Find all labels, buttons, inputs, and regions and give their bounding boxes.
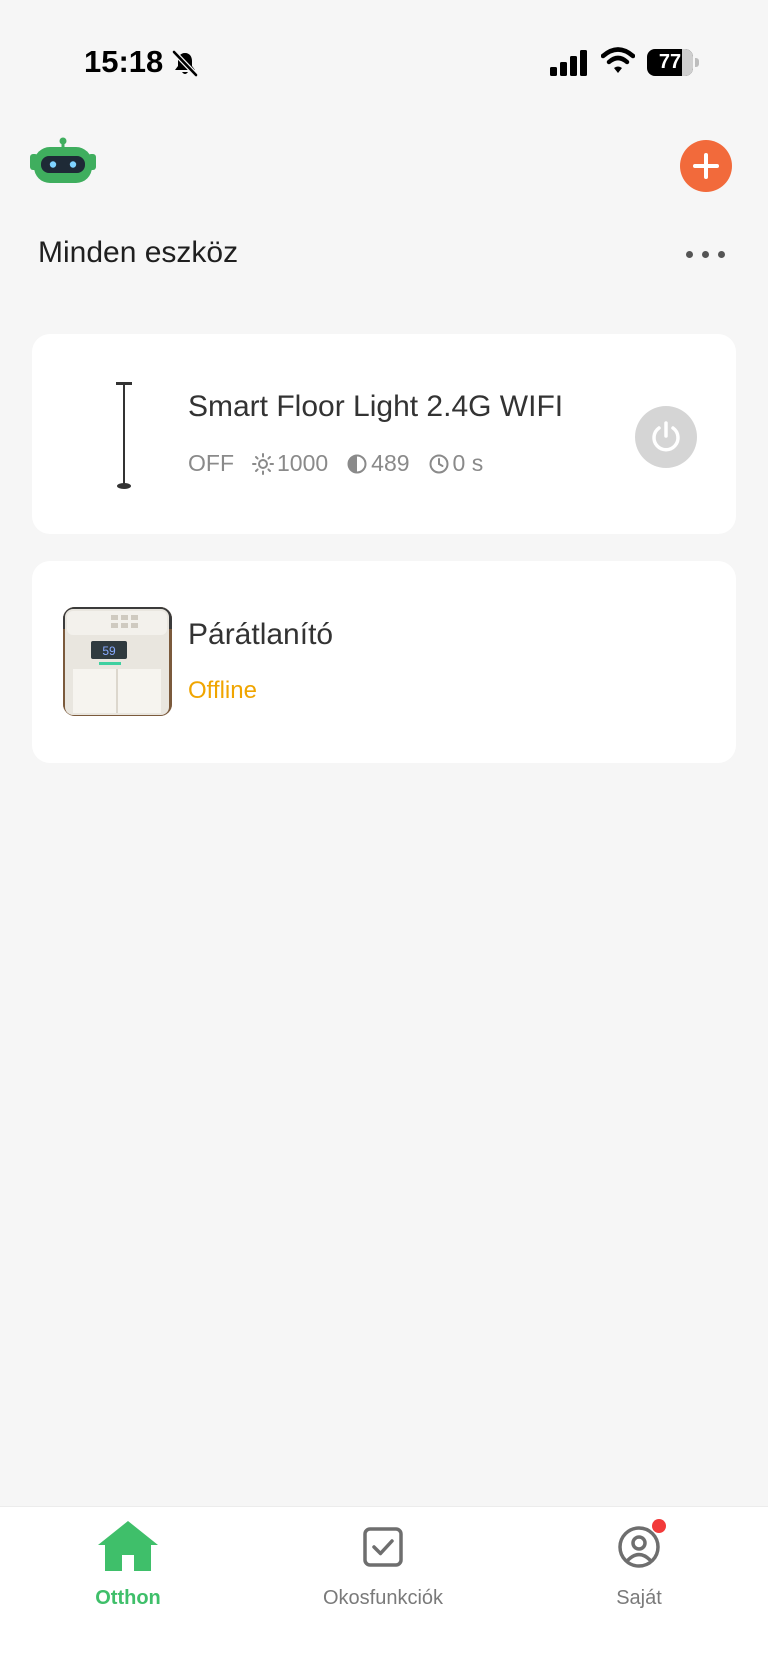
timer-stat: 0 s (428, 450, 484, 477)
tab-profile[interactable]: Saját (539, 1507, 739, 1627)
brightness-value: 1000 (277, 450, 329, 476)
device-stats: OFF 1000 489 0 s (188, 450, 501, 477)
app-screen: 15:18 77 Minden eszköz Smart Floor Light… (0, 0, 768, 1670)
brightness-stat: 1000 (252, 450, 328, 477)
power-state: OFF (188, 450, 234, 477)
power-icon (652, 421, 680, 452)
status-time: 15:18 (84, 44, 164, 79)
checkbox-icon (359, 1517, 407, 1578)
power-toggle-button[interactable] (635, 406, 697, 468)
status-bar: 15:18 77 (0, 0, 768, 120)
more-options-button[interactable] (684, 244, 728, 264)
battery-indicator: 77 (647, 49, 699, 76)
home-icon (96, 1517, 160, 1578)
tab-label: Saját (616, 1587, 662, 1609)
power-state-value: OFF (188, 450, 234, 476)
battery-tip (695, 58, 699, 67)
ellipsis-icon (686, 251, 693, 258)
cellular-signal-icon (550, 50, 588, 76)
sun-icon (252, 452, 274, 475)
bell-slash-icon (170, 48, 200, 78)
color-temp-stat: 489 (346, 450, 410, 477)
device-name: Párátlanító (188, 618, 334, 651)
tab-label: Okosfunkciók (322, 1587, 444, 1609)
floor-lamp-icon (104, 382, 144, 492)
device-card-dehumidifier[interactable]: 59 Párátlanító Offline (32, 561, 736, 763)
device-name: Smart Floor Light 2.4G WIFI (188, 390, 564, 423)
page-title: Minden eszköz (38, 236, 239, 269)
svg-text:59: 59 (102, 644, 116, 658)
color-temp-value: 489 (371, 450, 410, 476)
bottom-tab-bar: Otthon Okosfunkciók Saját (0, 1506, 768, 1670)
tab-home[interactable]: Otthon (28, 1507, 228, 1627)
offline-status: Offline (188, 677, 257, 704)
tab-smart-functions[interactable]: Okosfunkciók (283, 1507, 483, 1627)
device-card-floor-light[interactable]: Smart Floor Light 2.4G WIFI OFF 1000 489… (32, 334, 736, 534)
wifi-icon (600, 46, 636, 76)
notification-badge (652, 1519, 666, 1533)
battery-body: 77 (647, 49, 693, 76)
tab-label: Otthon (95, 1587, 161, 1609)
dehumidifier-photo: 59 (63, 607, 172, 716)
ellipsis-icon (718, 251, 725, 258)
contrast-icon (347, 454, 367, 473)
clock-icon (429, 454, 449, 473)
ellipsis-icon (702, 251, 709, 258)
timer-value: 0 s (452, 450, 484, 476)
robot-icon[interactable] (28, 134, 98, 194)
add-device-button[interactable] (680, 140, 732, 192)
battery-percentage: 77 (658, 51, 682, 73)
